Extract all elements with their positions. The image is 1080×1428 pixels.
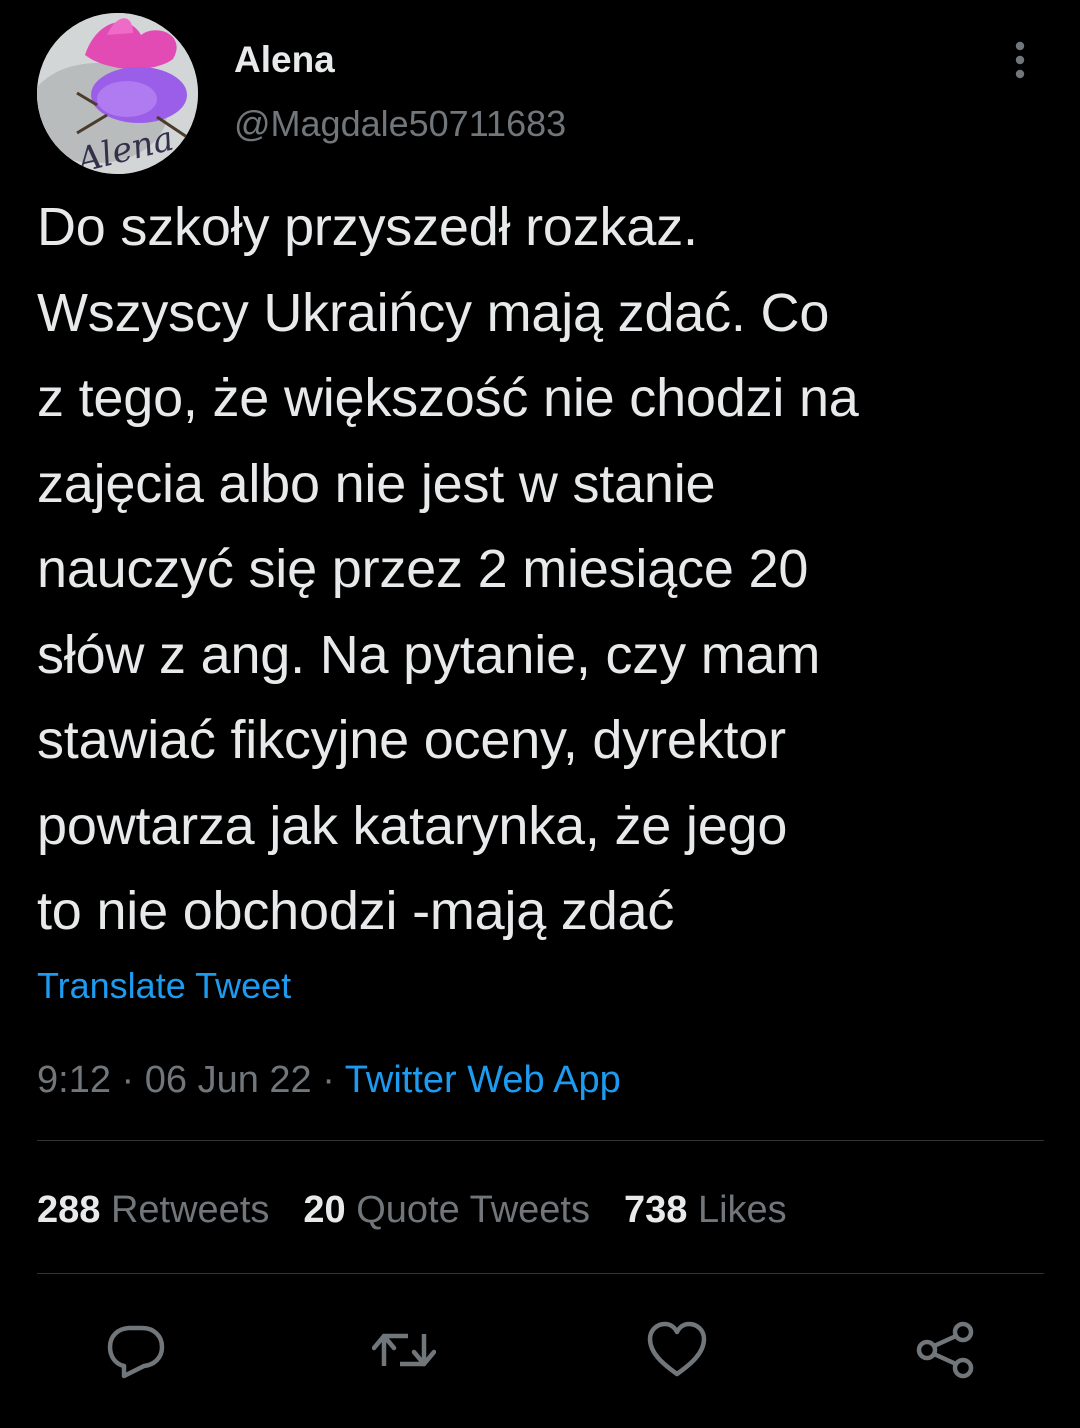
share-icon	[916, 1321, 974, 1379]
retweet-button[interactable]	[372, 1318, 436, 1382]
quote-tweets-stat[interactable]: 20 Quote Tweets	[303, 1189, 590, 1231]
retweets-count: 288	[37, 1189, 101, 1231]
reply-button[interactable]	[104, 1318, 168, 1382]
tweet-date[interactable]: 06 Jun 22	[145, 1059, 312, 1101]
retweets-stat[interactable]: 288 Retweets	[37, 1189, 269, 1231]
reply-icon	[107, 1325, 165, 1379]
quote-tweets-label: Quote Tweets	[356, 1189, 590, 1231]
retweet-icon	[372, 1333, 436, 1367]
tweet-text: Do szkoły przyszedł rozkaz. Wszyscy Ukra…	[37, 197, 859, 941]
divider	[37, 1140, 1044, 1141]
avatar[interactable]: Alena	[37, 13, 198, 174]
likes-stat[interactable]: 738 Likes	[624, 1189, 787, 1231]
share-button[interactable]	[913, 1318, 977, 1382]
quote-tweets-count: 20	[303, 1189, 346, 1231]
tweet-metadata: 9:12 · 06 Jun 22 · Twitter Web App	[37, 1055, 621, 1105]
engagement-stats: 288 Retweets 20 Quote Tweets 738 Likes	[37, 1185, 821, 1235]
meta-separator: ·	[110, 1059, 145, 1101]
likes-label: Likes	[697, 1189, 787, 1231]
retweets-label: Retweets	[110, 1189, 270, 1231]
tweet-source-link[interactable]: Twitter Web App	[345, 1059, 621, 1101]
meta-separator: ·	[311, 1059, 345, 1101]
tweet-time[interactable]: 9:12	[37, 1059, 111, 1101]
translate-tweet-link[interactable]: Translate Tweet	[37, 962, 291, 1010]
like-button[interactable]	[645, 1318, 709, 1382]
heart-icon	[647, 1321, 707, 1377]
user-handle[interactable]: @Magdale50711683	[234, 102, 566, 146]
likes-count: 738	[624, 1189, 688, 1231]
more-options-icon[interactable]	[1004, 38, 1036, 82]
divider	[37, 1273, 1044, 1274]
display-name[interactable]: Alena	[234, 38, 335, 82]
